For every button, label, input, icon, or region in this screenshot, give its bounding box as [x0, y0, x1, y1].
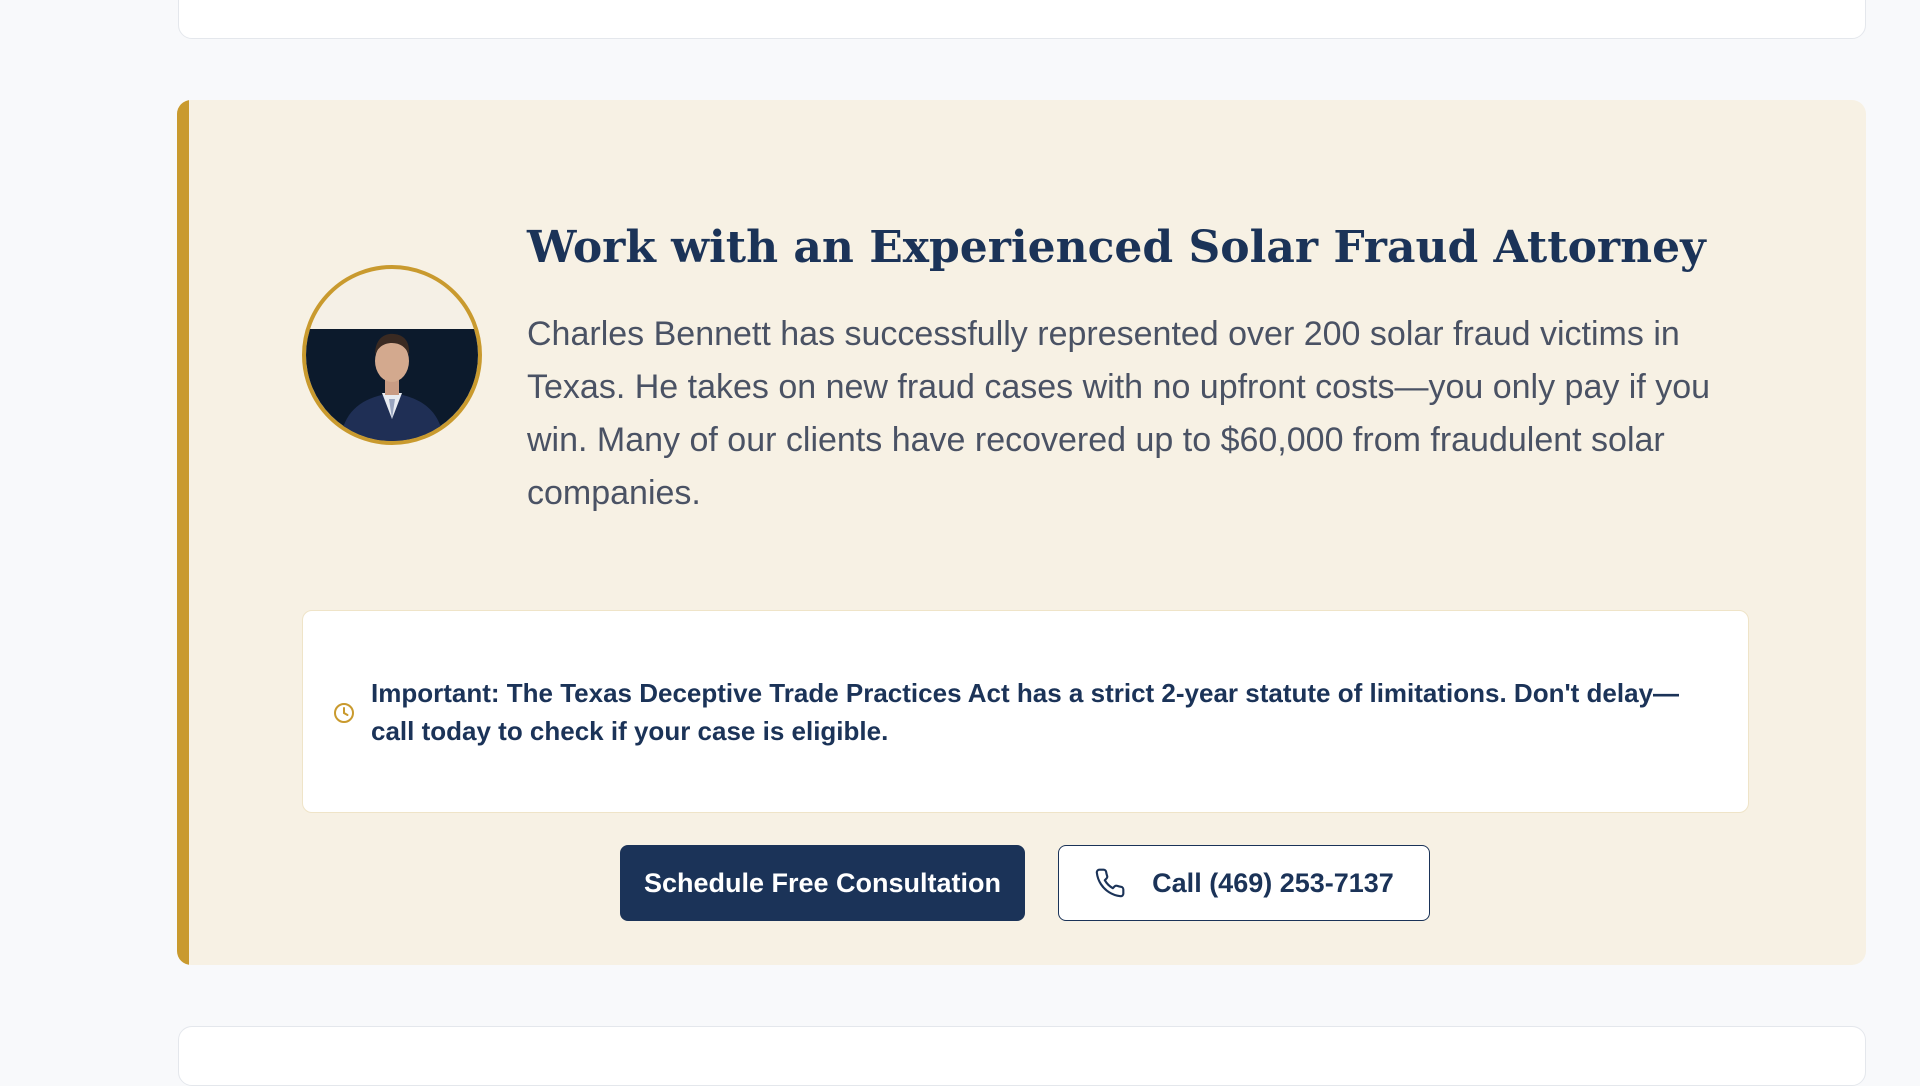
clock-icon [334, 703, 354, 723]
next-section-card [178, 1026, 1866, 1086]
cta-heading: Work with an Experienced Solar Fraud Att… [527, 222, 1706, 273]
phone-icon [1094, 867, 1126, 899]
call-phone-label: Call (469) 253-7137 [1152, 867, 1394, 898]
schedule-consultation-label: Schedule Free Consultation [643, 867, 1002, 898]
accent-bar [177, 100, 189, 965]
attorney-cta-section: Work with an Experienced Solar Fraud Att… [177, 100, 1866, 965]
statute-notice-box: Important: The Texas Deceptive Trade Pra… [302, 610, 1749, 813]
schedule-consultation-button[interactable]: Schedule Free Consultation [620, 845, 1025, 921]
attorney-avatar [302, 265, 482, 445]
previous-section-card [178, 0, 1866, 39]
statute-notice-text: Important: The Texas Deceptive Trade Pra… [371, 678, 1680, 746]
attorney-portrait [340, 333, 444, 441]
attorney-bio: Charles Bennett has successfully represe… [527, 315, 1711, 512]
call-phone-button[interactable]: Call (469) 253-7137 [1058, 845, 1430, 921]
